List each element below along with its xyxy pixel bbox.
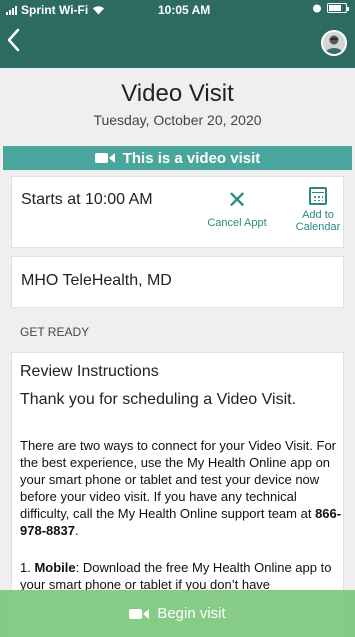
visit-date: Tuesday, October 20, 2020 (93, 112, 262, 128)
cancel-appt-label: Cancel Appt (207, 217, 267, 229)
get-ready-label: GET READY (20, 325, 90, 339)
appointment-card: Starts at 10:00 AM ✕ Cancel Appt Add to … (11, 176, 344, 248)
carrier-info: Sprint Wi-Fi (6, 3, 105, 17)
provider-name: MHO TeleHealth, MD (21, 272, 172, 289)
video-camera-icon (94, 153, 115, 163)
avatar[interactable] (321, 30, 347, 56)
wifi-icon (93, 6, 105, 15)
back-button[interactable] (6, 28, 36, 58)
battery-icon (327, 3, 349, 13)
instructions-title: Review Instructions (20, 363, 159, 380)
visit-header: Video Visit Tuesday, October 20, 2020 (0, 68, 355, 144)
provider-card[interactable]: MHO TeleHealth, MD (11, 256, 344, 308)
status-right (312, 3, 349, 13)
begin-visit-label: Begin visit (157, 605, 226, 622)
add-to-calendar-label-2: Calendar (295, 221, 341, 233)
user-photo-icon (323, 32, 345, 54)
instructions-step-1: 1. Mobile: Download the free My Health O… (20, 559, 342, 593)
status-time: 10:05 AM (158, 3, 211, 17)
video-visit-banner: This is a video visit (3, 146, 352, 170)
page-title: Video Visit (121, 80, 234, 107)
alarm-icon (313, 4, 321, 13)
add-to-calendar-button[interactable]: Add to Calendar (290, 185, 346, 233)
chevron-left-icon (7, 28, 20, 52)
close-icon: ✕ (226, 187, 248, 214)
calendar-icon (309, 187, 327, 205)
status-bar: Sprint Wi-Fi 10:05 AM (0, 0, 355, 20)
instructions-body-end: . (74, 523, 79, 538)
appointment-time: Starts at 10:00 AM (21, 191, 153, 208)
cancel-appt-button[interactable]: ✕ Cancel Appt (200, 187, 274, 230)
video-camera-icon (129, 608, 150, 619)
instructions-subtitle: Thank you for scheduling a Video Visit. (20, 391, 297, 408)
step-1-number: 1. (20, 560, 35, 575)
nav-bar (0, 20, 355, 68)
carrier-name: Sprint Wi-Fi (21, 3, 89, 17)
add-to-calendar-label-1: Add to (302, 209, 334, 221)
banner-label: This is a video visit (122, 149, 261, 167)
instructions-body: There are two ways to connect for your V… (20, 437, 342, 539)
instructions-text: There are two ways to connect for your V… (20, 438, 336, 521)
begin-visit-button[interactable]: Begin visit (0, 590, 355, 637)
step-1-heading: Mobile (34, 560, 76, 575)
signal-icon (6, 5, 17, 15)
